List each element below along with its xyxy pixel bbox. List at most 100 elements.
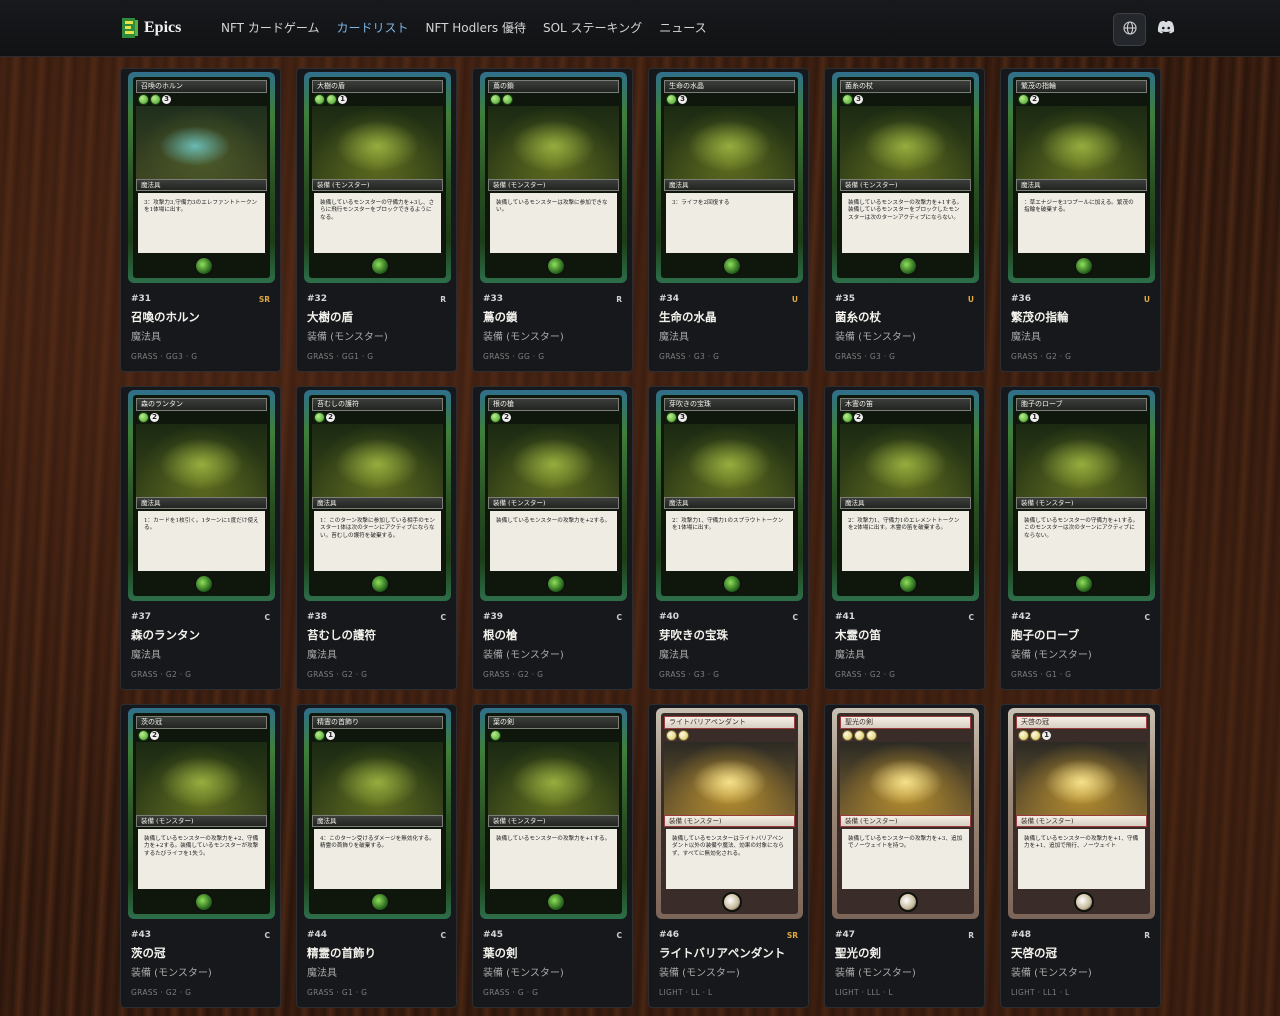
card-tile[interactable]: ライトバリアペンダント 装備 (モンスター) 装備しているモンスターはライトバリアペ… [648, 704, 809, 1008]
nav-link-3[interactable]: SOL ステーキング [543, 19, 642, 36]
card-meta: #45 C 葉の剣 装備 (モンスター) GRASS · G · G [483, 929, 622, 997]
energy-gem-icon [1018, 93, 1029, 105]
card-tile[interactable]: 聖光の剣 装備 (モンスター) 装備しているモンスターの攻撃力を+3、追加でノーウェ… [824, 704, 985, 1008]
card-art[interactable]: 苔むしの護符 2 魔法具 1：このターン攻撃に参加している相手のモンスター1体は次のタ… [304, 390, 451, 601]
card-number: #47 [835, 930, 856, 940]
card-art[interactable]: 芽吹きの宝珠 3 魔法具 2：攻撃力1、守備力1のスプラウトトークンを1体場に出す。 [656, 390, 803, 601]
card-tile[interactable]: 精霊の首飾り 1 魔法具 4：このターン受けるダメージを無効化する。精霊の首飾りを破棄… [296, 704, 457, 1008]
card-tile[interactable]: 苔むしの護符 2 魔法具 1：このターン攻撃に参加している相手のモンスター1体は次のタ… [296, 386, 457, 690]
nav-link-2[interactable]: NFT Hodlers 優待 [425, 19, 526, 36]
card-illustration [1016, 106, 1147, 179]
card-illustration [664, 742, 795, 815]
card-art-cost: 3 [666, 411, 687, 423]
cost-number: 2 [1030, 94, 1039, 104]
nav-link-4[interactable]: ニュース [659, 19, 706, 36]
card-rules-text: 装備しているモンスターの攻撃力を+2する。 [490, 511, 617, 571]
card-art[interactable]: 胞子のローブ 1 装備 (モンスター) 装備しているモンスターの守備力を+1する。この… [1008, 390, 1155, 601]
card-number: #37 [131, 612, 152, 622]
brand-logo[interactable]: Epics [122, 18, 181, 38]
card-art-type: 装備 (モンスター) [840, 179, 971, 191]
card-art[interactable]: 葉の剣 装備 (モンスター) 装備しているモンスターの攻撃力を+1する。 [480, 708, 627, 919]
card-art-title: 根の槍 [488, 398, 619, 411]
card-stats: GRASS · G2 · G [1011, 352, 1072, 361]
card-tile[interactable]: 根の槍 2 装備 (モンスター) 装備しているモンスターの攻撃力を+2する。 #39 C 根… [472, 386, 633, 690]
card-meta: #43 C 茨の冠 装備 (モンスター) GRASS · G2 · G [131, 929, 270, 997]
card-art[interactable]: 茨の冠 2 装備 (モンスター) 装備しているモンスターの攻撃力を+2、守備力を+2す… [128, 708, 275, 919]
card-rules-text: 装備しているモンスターは攻撃に参加できない。 [490, 193, 617, 253]
card-frame: 聖光の剣 装備 (モンスター) 装備しているモンスターの攻撃力を+3、追加でノーウェ… [837, 713, 974, 914]
card-art[interactable]: 繁茂の指輪 2 魔法具 ：草エナジーを3つプールに加える。繁茂の指輪を破棄する。 [1008, 72, 1155, 283]
card-art[interactable]: 大樹の盾 1 装備 (モンスター) 装備しているモンスターの守備力を+3し、さらに飛行… [304, 72, 451, 283]
card-stats: GRASS · G2 · G [483, 670, 544, 679]
energy-gem-icon [314, 93, 325, 105]
card-frame: 精霊の首飾り 1 魔法具 4：このターン受けるダメージを無効化する。精霊の首飾りを破棄… [309, 713, 446, 914]
card-number: #33 [483, 294, 504, 304]
discord-link[interactable] [1157, 19, 1175, 37]
element-emblem-icon [721, 574, 742, 594]
card-rules-text: 2：攻撃力1、守備力1のスプラウトトークンを1体場に出す。 [666, 511, 793, 571]
card-tile[interactable]: 芽吹きの宝珠 3 魔法具 2：攻撃力1、守備力1のスプラウトトークンを1体場に出す。 #… [648, 386, 809, 690]
card-type: 装備 (モンスター) [659, 968, 740, 979]
card-frame: 根の槍 2 装備 (モンスター) 装備しているモンスターの攻撃力を+2する。 [485, 395, 622, 596]
language-button[interactable] [1113, 13, 1146, 46]
card-tile[interactable]: 生命の水晶 3 魔法具 3：ライフを2回復する #34 U 生命の水晶 魔法具 GRASS · … [648, 68, 809, 372]
card-tile[interactable]: 茨の冠 2 装備 (モンスター) 装備しているモンスターの攻撃力を+2、守備力を+2す… [120, 704, 281, 1008]
card-art-cost: 1 [1018, 729, 1051, 741]
card-number: #43 [131, 930, 152, 940]
card-name: ライトバリアペンダント [659, 946, 786, 960]
card-art[interactable]: 菌糸の杖 3 装備 (モンスター) 装備しているモンスターの攻撃力を+1する。装備して… [832, 72, 979, 283]
card-tile[interactable]: 葉の剣 装備 (モンスター) 装備しているモンスターの攻撃力を+1する。 #45 C 葉の… [472, 704, 633, 1008]
card-art[interactable]: 森のランタン 2 魔法具 1：カードを1枚引く。1ターンに1度だけ使える。 [128, 390, 275, 601]
card-art[interactable]: 天啓の冠 1 装備 (モンスター) 装備しているモンスターの攻撃力を+1、守備力を+1… [1008, 708, 1155, 919]
card-type: 装備 (モンスター) [1011, 650, 1092, 661]
card-art-type: 魔法具 [664, 497, 795, 509]
card-art-cost: 1 [314, 93, 347, 105]
card-meta: #33 R 蔦の鎖 装備 (モンスター) GRASS · GG · G [483, 293, 622, 361]
card-meta: #35 U 菌糸の杖 装備 (モンスター) GRASS · G3 · G [835, 293, 974, 361]
card-tile[interactable]: 召喚のホルン 3 魔法具 3：攻撃力3,守備力3のエレファントトークンを1体場に出す。… [120, 68, 281, 372]
nav-link-0[interactable]: NFT カードゲーム [221, 19, 319, 36]
card-meta: #48 R 天啓の冠 装備 (モンスター) LIGHT · LL1 · L [1011, 929, 1150, 997]
card-tile[interactable]: 森のランタン 2 魔法具 1：カードを1枚引く。1ターンに1度だけ使える。 #37 C 森の… [120, 386, 281, 690]
card-art-cost: 2 [490, 411, 511, 423]
card-art[interactable]: 召喚のホルン 3 魔法具 3：攻撃力3,守備力3のエレファントトークンを1体場に出す。 [128, 72, 275, 283]
card-tile[interactable]: 菌糸の杖 3 装備 (モンスター) 装備しているモンスターの攻撃力を+1する。装備して… [824, 68, 985, 372]
energy-gem-icon [314, 411, 325, 423]
card-tile[interactable]: 繁茂の指輪 2 魔法具 ：草エナジーを3つプールに加える。繁茂の指輪を破棄する。 #36… [1000, 68, 1161, 372]
card-illustration [840, 424, 971, 497]
card-art[interactable]: 精霊の首飾り 1 魔法具 4：このターン受けるダメージを無効化する。精霊の首飾りを破棄… [304, 708, 451, 919]
card-rules-text: 装備しているモンスターの攻撃力を+1する。装備しているモンスターをブロックしたモ… [842, 193, 969, 253]
cost-number: 1 [338, 94, 347, 104]
card-art[interactable]: 生命の水晶 3 魔法具 3：ライフを2回復する [656, 72, 803, 283]
card-art-cost: 2 [842, 411, 863, 423]
rarity-badge: C [440, 930, 446, 940]
card-art[interactable]: ライトバリアペンダント 装備 (モンスター) 装備しているモンスターはライトバリアペ… [656, 708, 803, 919]
cost-number: 1 [1042, 730, 1051, 740]
energy-gem-icon [490, 411, 501, 423]
card-art[interactable]: 聖光の剣 装備 (モンスター) 装備しているモンスターの攻撃力を+3、追加でノーウェ… [832, 708, 979, 919]
card-tile[interactable]: 大樹の盾 1 装備 (モンスター) 装備しているモンスターの守備力を+3し、さらに飛行… [296, 68, 457, 372]
card-tile[interactable]: 木霊の笛 2 魔法具 2：攻撃力1、守備力1のエレメントトークンを2体場に出す。木霊の… [824, 386, 985, 690]
card-art[interactable]: 根の槍 2 装備 (モンスター) 装備しているモンスターの攻撃力を+2する。 [480, 390, 627, 601]
card-art-cost [666, 729, 689, 741]
card-tile[interactable]: 胞子のローブ 1 装備 (モンスター) 装備しているモンスターの守備力を+1する。この… [1000, 386, 1161, 690]
card-art[interactable]: 木霊の笛 2 魔法具 2：攻撃力1、守備力1のエレメントトークンを2体場に出す。木霊の… [832, 390, 979, 601]
card-art-title: 聖光の剣 [840, 716, 971, 729]
card-illustration [488, 106, 619, 179]
card-art[interactable]: 蔦の鎖 装備 (モンスター) 装備しているモンスターは攻撃に参加できない。 [480, 72, 627, 283]
card-art-cost [490, 93, 513, 105]
cost-number: 3 [678, 94, 687, 104]
element-emblem-icon [369, 892, 390, 912]
energy-gem-icon [1018, 729, 1029, 741]
energy-gem-icon [138, 729, 149, 741]
card-tile[interactable]: 蔦の鎖 装備 (モンスター) 装備しているモンスターは攻撃に参加できない。 #33 R 蔦… [472, 68, 633, 372]
card-illustration [312, 106, 443, 179]
card-art-title: 大樹の盾 [312, 80, 443, 93]
card-frame: 森のランタン 2 魔法具 1：カードを1枚引く。1ターンに1度だけ使える。 [133, 395, 270, 596]
card-name: 胞子のローブ [1011, 628, 1080, 642]
card-tile[interactable]: 天啓の冠 1 装備 (モンスター) 装備しているモンスターの攻撃力を+1、守備力を+1… [1000, 704, 1161, 1008]
nav-link-1[interactable]: カードリスト [336, 19, 408, 36]
card-meta: #36 U 繁茂の指輪 魔法具 GRASS · G2 · G [1011, 293, 1150, 361]
discord-icon [1157, 19, 1175, 38]
card-type: 装備 (モンスター) [307, 332, 388, 343]
